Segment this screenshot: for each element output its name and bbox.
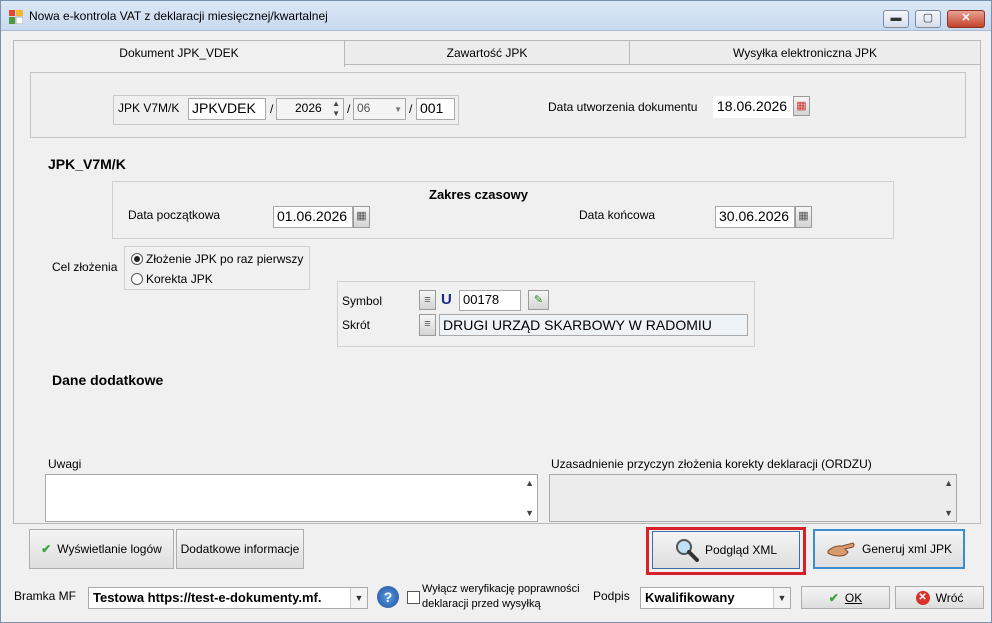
preview-xml-label: Podgląd XML <box>704 543 778 557</box>
tax-office-lookup-icon[interactable]: ✎ <box>528 290 549 310</box>
sign-value: Kwalifikowany <box>645 590 735 605</box>
number-field[interactable]: 001 <box>416 98 455 120</box>
end-date-field[interactable]: 30.06.2026 <box>715 206 795 228</box>
scroll-down-icon[interactable]: ▼ <box>525 508 534 518</box>
hand-icon <box>827 542 855 557</box>
radio-first-submission[interactable] <box>131 253 143 265</box>
gate-value: Testowa https://test-e-dokumenty.mf. <box>93 590 322 605</box>
year-value: 2026 <box>295 101 322 115</box>
scroll-up-icon[interactable]: ▲ <box>944 478 953 488</box>
show-logs-label: Wyświetlanie logów <box>57 542 162 556</box>
symbol-label: Symbol <box>342 294 383 308</box>
verify-label-line2: deklaracji przed wysyłką <box>422 598 541 610</box>
created-date-field[interactable]: 18.06.2026 <box>713 96 793 118</box>
month-value: 06 <box>357 101 371 115</box>
generate-xml-label: Generuj xml JPK <box>861 542 953 556</box>
tab-zawartosc[interactable]: Zawartość JPK <box>344 40 630 65</box>
chevron-down-icon[interactable]: ▼ <box>394 101 402 119</box>
radio-correction[interactable] <box>131 273 143 285</box>
title-bar: Nowa e-kontrola VAT z deklaracji miesięc… <box>1 1 991 31</box>
start-date-label: Data początkowa <box>128 208 221 222</box>
main-window: Nowa e-kontrola VAT z deklaracji miesięc… <box>0 0 992 623</box>
minimize-button[interactable]: ▬ <box>883 10 909 28</box>
jpk-code-field[interactable]: JPKVDEK <box>188 98 266 120</box>
extra-info-label: Dodatkowe informacje <box>180 542 300 556</box>
jpk-label: JPK V7M/K <box>118 101 180 115</box>
radio-first-label: Złożenie JPK po raz pierwszy <box>146 252 304 266</box>
tab-wysylka[interactable]: Wysyłka elektroniczna JPK <box>629 40 981 65</box>
calendar-icon[interactable]: ▦ <box>353 206 370 228</box>
notes-label: Uwagi <box>48 457 82 471</box>
extra-data-title: Dane dodatkowe <box>52 372 164 388</box>
list-icon[interactable]: ≡ <box>419 314 436 336</box>
short-label: Skrót <box>342 318 371 332</box>
window-title: Nowa e-kontrola VAT z deklaracji miesięc… <box>29 9 328 23</box>
u-letter: U <box>441 291 452 308</box>
calendar-icon[interactable]: ▦ <box>793 96 810 116</box>
list-icon[interactable]: ≡ <box>419 290 436 310</box>
disable-verification-checkbox[interactable] <box>407 591 420 604</box>
calendar-icon[interactable]: ▦ <box>795 206 812 228</box>
back-label: Wróć <box>935 590 964 605</box>
generate-xml-button[interactable]: Generuj xml JPK <box>813 529 965 569</box>
range-title: Zakres czasowy <box>429 187 529 202</box>
verify-label-line1: Wyłącz weryfikację poprawności <box>422 583 580 595</box>
chevron-down-icon[interactable]: ▼ <box>773 588 790 608</box>
short-name-field[interactable]: DRUGI URZĄD SKARBOWY W RADOMIU <box>439 314 748 336</box>
checkmark-icon: ✔ <box>828 590 839 605</box>
separator: / <box>347 102 351 116</box>
close-button[interactable]: ✕ <box>947 10 985 28</box>
scroll-down-icon[interactable]: ▼ <box>944 508 953 518</box>
sign-select[interactable]: Kwalifikowany ▼ <box>640 587 791 609</box>
scroll-up-icon[interactable]: ▲ <box>525 478 534 488</box>
ok-label: OK <box>844 590 863 605</box>
checkmark-icon: ✔ <box>41 542 52 556</box>
section-title: JPK_V7M/K <box>48 156 126 172</box>
magnifier-icon <box>675 539 699 562</box>
help-icon[interactable]: ? <box>377 586 399 608</box>
chevron-down-icon[interactable]: ▼ <box>350 588 367 608</box>
month-select[interactable]: 06 ▼ <box>353 98 406 120</box>
cancel-icon: ✕ <box>915 590 930 605</box>
symbol-field[interactable]: 00178 <box>459 290 521 311</box>
back-button[interactable]: ✕ Wróć <box>895 586 984 609</box>
tab-bar: Dokument JPK_VDEK Zawartość JPK Wysyłka … <box>13 40 981 67</box>
ordzu-label: Uzasadnienie przyczyn złożenia korekty d… <box>551 457 872 471</box>
show-logs-button[interactable]: ✔ Wyświetlanie logów <box>29 529 174 569</box>
notes-textarea[interactable]: ▲ ▼ <box>45 474 538 522</box>
maximize-button[interactable]: ▢ <box>915 10 941 28</box>
app-icon <box>9 10 23 24</box>
gate-label: Bramka MF <box>14 589 77 603</box>
preview-xml-button[interactable]: Podgląd XML <box>652 531 800 569</box>
gate-select[interactable]: Testowa https://test-e-dokumenty.mf. ▼ <box>88 587 368 609</box>
separator: / <box>270 102 274 116</box>
year-spinner[interactable]: 2026 ▲ ▼ <box>276 98 344 120</box>
start-date-field[interactable]: 01.06.2026 <box>273 206 353 228</box>
extra-info-button[interactable]: Dodatkowe informacje <box>176 529 304 569</box>
tab-dokument[interactable]: Dokument JPK_VDEK <box>13 40 345 67</box>
ordzu-textarea[interactable]: ▲ ▼ <box>549 474 957 522</box>
radio-correction-label: Korekta JPK <box>146 272 213 286</box>
created-date-label: Data utworzenia dokumentu <box>548 100 698 114</box>
purpose-label: Cel złożenia <box>52 260 118 274</box>
spinner-arrows-icon[interactable]: ▲ ▼ <box>332 99 340 119</box>
sign-label: Podpis <box>593 589 630 603</box>
separator: / <box>409 102 413 116</box>
ok-button[interactable]: ✔ OK <box>801 586 890 609</box>
end-date-label: Data końcowa <box>579 208 656 222</box>
